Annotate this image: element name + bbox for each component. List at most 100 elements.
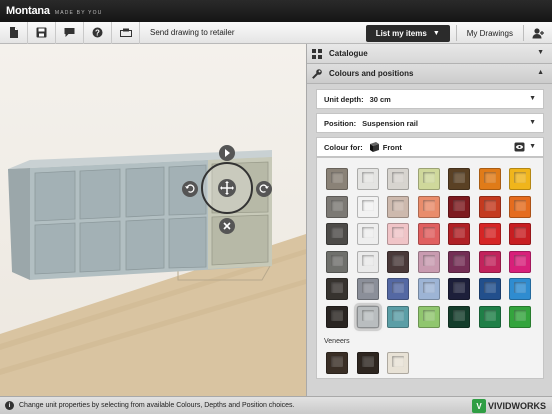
colour-swatch[interactable] xyxy=(387,250,409,273)
chevron-down-icon: ▼ xyxy=(432,29,440,37)
compartment xyxy=(79,168,121,220)
veneer-swatch[interactable] xyxy=(356,352,379,374)
colour-for-value: Front xyxy=(382,142,402,152)
colour-swatch[interactable] xyxy=(478,250,501,273)
colours-header[interactable]: Colours and positions ▲ xyxy=(307,64,552,84)
colour-swatch[interactable] xyxy=(478,195,501,218)
help-icon[interactable]: ? xyxy=(84,21,112,44)
colour-swatch[interactable] xyxy=(478,223,501,245)
cube-icon xyxy=(368,141,380,153)
colour-swatch[interactable] xyxy=(326,168,348,190)
colour-swatch[interactable] xyxy=(387,305,409,328)
colour-swatch[interactable] xyxy=(356,250,379,273)
colour-swatch[interactable] xyxy=(326,250,348,273)
colour-swatch[interactable] xyxy=(509,195,531,218)
colour-for-select[interactable]: Colour for: Front ▼ xyxy=(316,137,544,157)
design-canvas[interactable] xyxy=(0,44,306,396)
save-icon[interactable] xyxy=(28,21,56,44)
colour-swatch[interactable] xyxy=(356,223,379,245)
colour-swatch[interactable] xyxy=(387,278,409,300)
colour-swatch[interactable] xyxy=(326,278,348,300)
chevron-up-icon: ▲ xyxy=(537,69,544,76)
veneer-swatch[interactable] xyxy=(387,352,409,374)
vividworks-logo: V VIVIDWORKS xyxy=(471,399,546,413)
rotate-right-icon[interactable] xyxy=(256,181,272,197)
wrench-icon xyxy=(311,68,323,80)
colour-swatch[interactable] xyxy=(353,302,382,331)
chevron-down-icon: ▼ xyxy=(529,95,536,102)
colour-swatch[interactable] xyxy=(417,195,440,218)
colour-swatch[interactable] xyxy=(417,168,440,190)
catalogue-label: Catalogue xyxy=(329,49,368,58)
compartment xyxy=(125,166,165,218)
colour-swatch[interactable] xyxy=(417,278,440,300)
list-my-items-label: List my items xyxy=(375,28,427,38)
colour-swatch[interactable] xyxy=(417,305,440,328)
colour-swatch[interactable] xyxy=(448,223,470,245)
compartment xyxy=(168,216,207,269)
chevron-down-icon: ▼ xyxy=(529,119,536,126)
unit-side xyxy=(8,168,30,280)
rotate-left-icon[interactable] xyxy=(182,181,198,197)
chevron-down-icon: ▼ xyxy=(529,143,536,150)
grid-icon xyxy=(311,48,323,60)
colour-swatch[interactable] xyxy=(448,305,470,328)
colour-swatch[interactable] xyxy=(448,250,470,273)
veneers-label: Veneers xyxy=(324,338,350,345)
colour-swatch[interactable] xyxy=(478,278,501,300)
compartment xyxy=(79,220,121,273)
colour-swatch[interactable] xyxy=(326,223,348,245)
compartment xyxy=(34,222,76,275)
unit-depth-label: Unit depth: xyxy=(324,94,364,104)
unit-depth-value: 30 cm xyxy=(369,94,391,104)
colour-swatch[interactable] xyxy=(509,305,531,328)
colour-swatch[interactable] xyxy=(448,195,470,218)
my-drawings-link[interactable]: My Drawings xyxy=(457,29,523,38)
colours-label: Colours and positions xyxy=(329,69,414,78)
status-bar: i Change unit properties by selecting fr… xyxy=(0,396,552,414)
status-text: Change unit properties by selecting from… xyxy=(19,402,295,409)
colour-swatch[interactable] xyxy=(448,168,470,190)
colour-swatch[interactable] xyxy=(509,250,531,273)
colour-for-label: Colour for: xyxy=(324,142,363,152)
position-select[interactable]: Position: Suspension rail ▼ xyxy=(316,113,544,133)
colour-swatch[interactable] xyxy=(478,168,501,190)
colour-swatch[interactable] xyxy=(387,195,409,218)
eye-icon[interactable] xyxy=(514,142,525,154)
new-file-icon[interactable] xyxy=(0,21,28,44)
colour-swatch[interactable] xyxy=(417,250,440,273)
colour-swatch[interactable] xyxy=(356,278,379,300)
colour-swatch[interactable] xyxy=(509,223,531,245)
colour-swatch[interactable] xyxy=(356,168,379,190)
colour-swatch[interactable] xyxy=(448,278,470,300)
comment-icon[interactable] xyxy=(56,21,84,44)
user-icon[interactable] xyxy=(524,27,552,39)
position-label: Position: xyxy=(324,118,357,128)
brand-logo: Montana xyxy=(6,5,50,17)
chevron-down-icon: ▼ xyxy=(537,49,544,56)
colour-swatch[interactable] xyxy=(356,195,379,218)
colour-swatch[interactable] xyxy=(478,305,501,328)
compartment xyxy=(34,170,76,222)
list-my-items-button[interactable]: List my items ▼ xyxy=(365,24,450,42)
canvas-scene xyxy=(0,145,306,396)
unit-depth-select[interactable]: Unit depth: 30 cm ▼ xyxy=(316,89,544,109)
title-bar: Montana MADE BY YOU xyxy=(0,0,552,22)
vividworks-wordmark: VIVIDWORKS xyxy=(487,401,546,411)
colour-swatch[interactable] xyxy=(387,168,409,190)
vividworks-badge: V xyxy=(471,399,486,413)
catalogue-header[interactable]: Catalogue ▼ xyxy=(307,44,552,64)
print-icon[interactable] xyxy=(112,21,140,44)
colour-swatch[interactable] xyxy=(326,305,348,328)
toolbar: ? Send drawing to retailer List my items… xyxy=(0,21,552,44)
colour-swatch[interactable] xyxy=(326,195,348,218)
colour-swatch[interactable] xyxy=(387,223,409,245)
svg-text:?: ? xyxy=(95,28,100,37)
compartment xyxy=(125,218,165,271)
info-icon: i xyxy=(5,401,14,410)
send-drawing-link[interactable]: Send drawing to retailer xyxy=(150,28,235,37)
colour-swatch[interactable] xyxy=(509,278,531,300)
colour-swatch[interactable] xyxy=(509,168,531,190)
veneer-swatch[interactable] xyxy=(326,352,348,374)
colour-swatch[interactable] xyxy=(417,223,440,245)
